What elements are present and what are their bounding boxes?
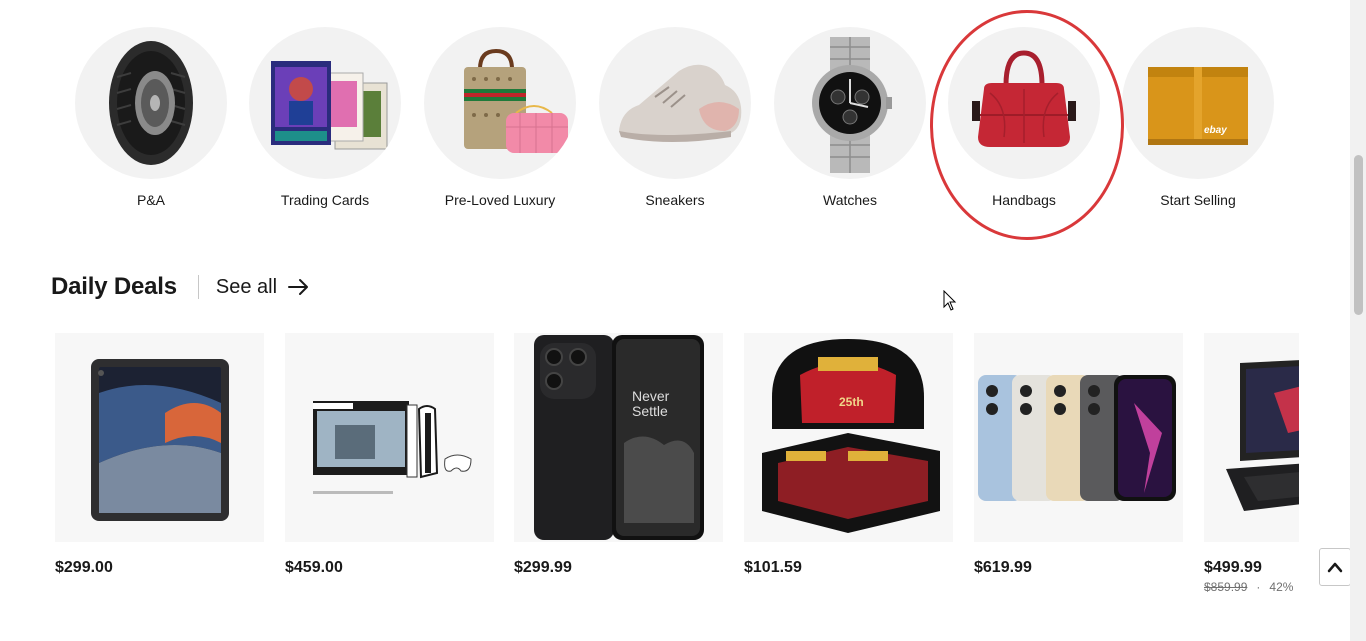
deal-price: $101.59 (744, 559, 802, 576)
category-pa[interactable]: P&A (75, 27, 227, 208)
ebay-box-icon: ebay (1122, 27, 1274, 179)
deal-card[interactable]: Never Settle $299.99 (514, 333, 723, 577)
category-row: P&A Trading Cards Pre-Loved Luxury Sneak… (0, 0, 1350, 240)
scrollbar-thumb[interactable] (1354, 155, 1363, 315)
deal-price: $499.99 (1204, 559, 1262, 576)
category-label: Trading Cards (280, 192, 370, 208)
category-watches[interactable]: Watches (774, 27, 926, 208)
iphone-pro-icon (974, 333, 1183, 542)
category-label: Start Selling (1160, 192, 1236, 208)
category-label: Watches (823, 192, 877, 208)
back-to-top-button[interactable] (1319, 548, 1351, 586)
handbag-icon (948, 27, 1100, 179)
luxury-bags-icon (424, 27, 576, 179)
watch-icon (774, 27, 926, 179)
phone-screen-text: Never Settle (632, 388, 670, 419)
mouse-cursor-icon (943, 290, 957, 311)
separator-dot: · (1256, 580, 1261, 594)
see-all-link[interactable]: See all (216, 276, 311, 299)
deal-price: $299.00 (55, 559, 113, 576)
section-title: Daily Deals (51, 273, 177, 300)
deal-card[interactable]: $619.99 (974, 333, 1183, 577)
ipad-icon (55, 333, 264, 542)
deal-card[interactable]: $459.00 (285, 333, 494, 577)
deal-card[interactable]: 25th $101.59 (744, 333, 953, 577)
sneaker-icon (599, 27, 751, 179)
category-label: Pre-Loved Luxury (444, 192, 556, 208)
category-sneakers[interactable]: Sneakers (599, 27, 751, 208)
box-label-text: 25th (839, 395, 864, 409)
deal-price: $619.99 (974, 559, 1032, 576)
deal-card[interactable]: $499.99 $859.99 · 42% (1204, 333, 1299, 594)
chevron-up-icon (1327, 562, 1343, 573)
category-handbags[interactable]: Handbags (948, 27, 1100, 208)
card-booster-box-icon: 25th (744, 333, 953, 542)
deal-savings: $859.99 · 42% (1204, 580, 1299, 594)
category-label: Sneakers (645, 192, 705, 208)
arrow-right-icon (288, 279, 309, 295)
original-price: $859.99 (1204, 580, 1248, 594)
tire-icon (75, 27, 227, 179)
category-label: P&A (136, 192, 165, 208)
category-trading-cards[interactable]: Trading Cards (249, 27, 401, 208)
category-label: Handbags (992, 192, 1056, 208)
trading-cards-icon (249, 27, 401, 179)
gaming-laptop-icon (1204, 333, 1299, 542)
ps5-bundle-icon (285, 333, 494, 542)
category-pre-loved-luxury[interactable]: Pre-Loved Luxury (424, 27, 576, 208)
daily-deals-carousel: $299.00 $459.00 Never Settle $299.99 25t… (55, 333, 1299, 603)
deal-price: $459.00 (285, 559, 343, 576)
daily-deals-header: Daily Deals See all (51, 273, 311, 301)
vertical-scrollbar[interactable] (1350, 0, 1366, 641)
deal-card[interactable]: $299.00 (55, 333, 264, 577)
oneplus-phone-icon: Never Settle (514, 333, 723, 542)
ebay-logo-text: ebay (1204, 125, 1227, 136)
deal-price: $299.99 (514, 559, 572, 576)
discount-percent: 42% (1269, 580, 1294, 594)
divider (197, 275, 199, 299)
category-start-selling[interactable]: ebay Start Selling (1122, 27, 1274, 208)
see-all-label: See all (215, 275, 278, 298)
